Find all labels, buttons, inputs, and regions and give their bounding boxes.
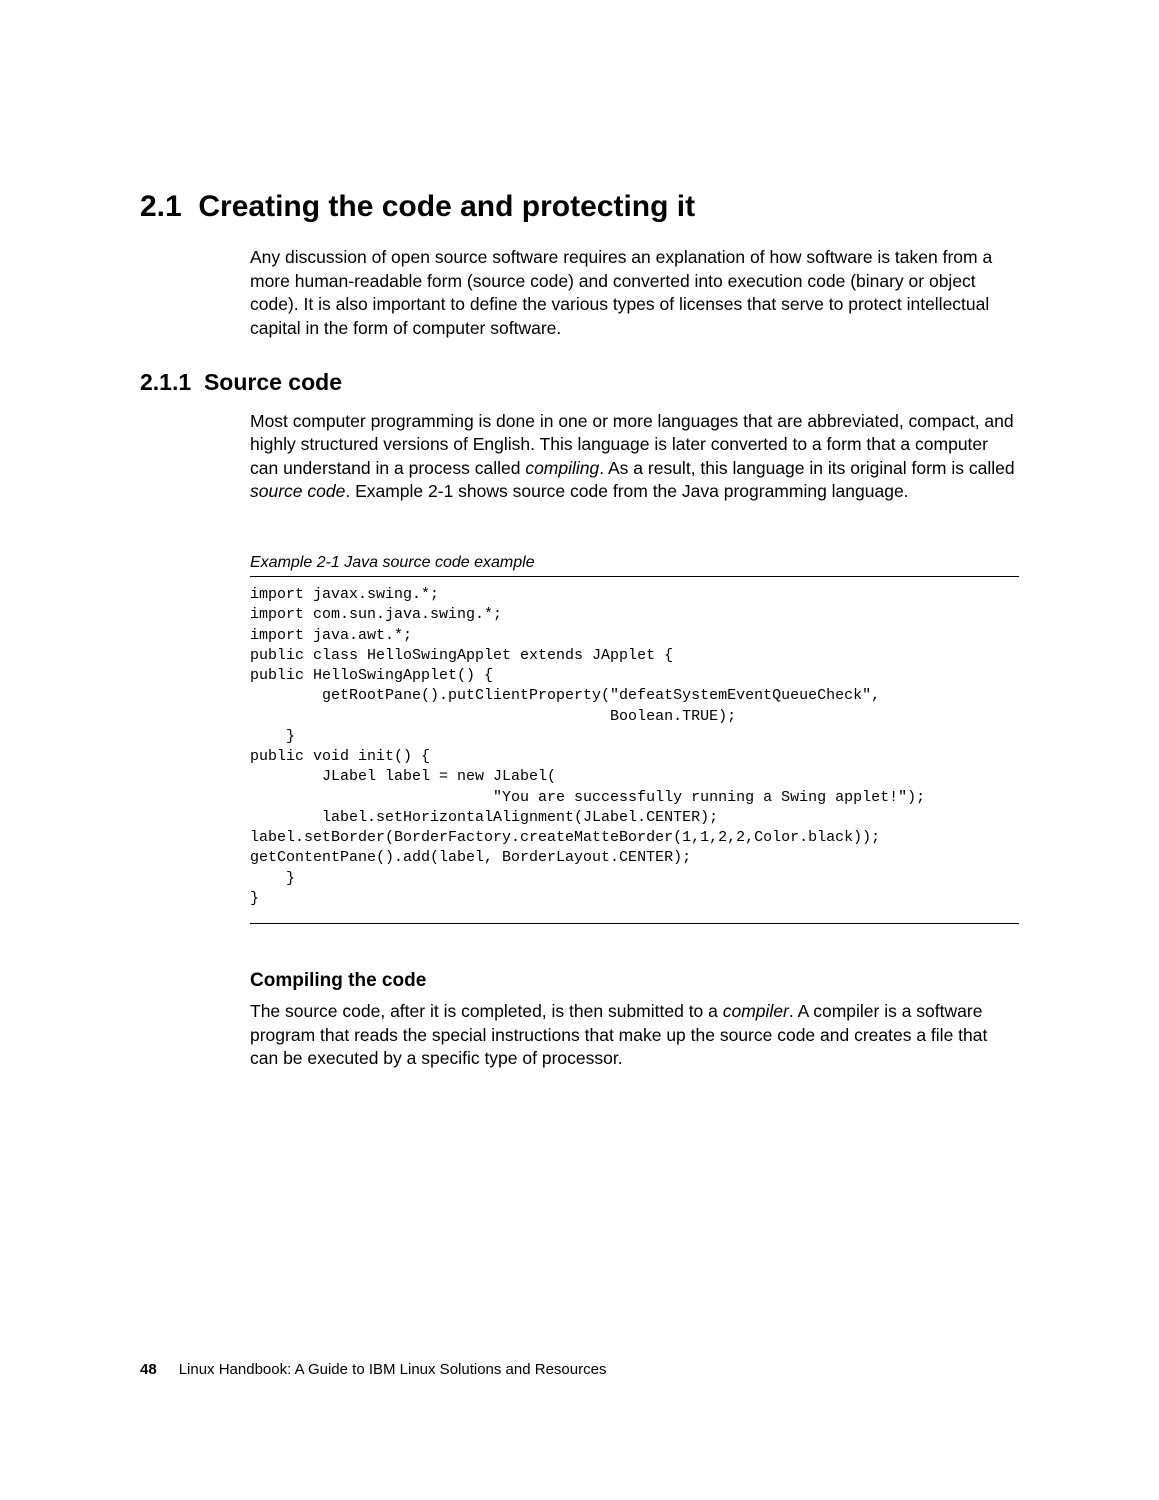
section-intro: Any discussion of open source software r… bbox=[250, 246, 1019, 341]
italic-term-source-code: source code bbox=[250, 481, 345, 501]
compiling-heading: Compiling the code bbox=[250, 970, 1019, 992]
subsection-number: 2.1.1 bbox=[140, 369, 191, 395]
example-rule-bottom bbox=[250, 923, 1019, 924]
footer-title: Linux Handbook: A Guide to IBM Linux Sol… bbox=[179, 1361, 607, 1378]
section-heading: 2.1 Creating the code and protecting it bbox=[140, 190, 1019, 224]
subsection-paragraph: Most computer programming is done in one… bbox=[250, 410, 1019, 505]
text-run: . Example 2-1 shows source code from the… bbox=[345, 481, 908, 501]
subsection-heading: 2.1.1 Source code bbox=[140, 369, 1019, 396]
page-number: 48 bbox=[140, 1361, 157, 1378]
section-number: 2.1 bbox=[140, 190, 182, 223]
text-run: . As a result, this language in its orig… bbox=[599, 458, 1014, 478]
text-run: The source code, after it is completed, … bbox=[250, 1001, 723, 1021]
example-caption: Example 2-1 Java source code example bbox=[250, 554, 1019, 572]
code-listing: import javax.swing.*; import com.sun.jav… bbox=[250, 585, 1019, 909]
italic-term-compiling: compiling bbox=[525, 458, 599, 478]
page-footer: 48 Linux Handbook: A Guide to IBM Linux S… bbox=[140, 1361, 606, 1378]
example-rule-top bbox=[250, 576, 1019, 577]
italic-term-compiler: compiler bbox=[723, 1001, 789, 1021]
section-title: Creating the code and protecting it bbox=[198, 190, 695, 223]
subsection-title: Source code bbox=[204, 369, 342, 395]
compiling-paragraph: The source code, after it is completed, … bbox=[250, 1000, 1019, 1071]
